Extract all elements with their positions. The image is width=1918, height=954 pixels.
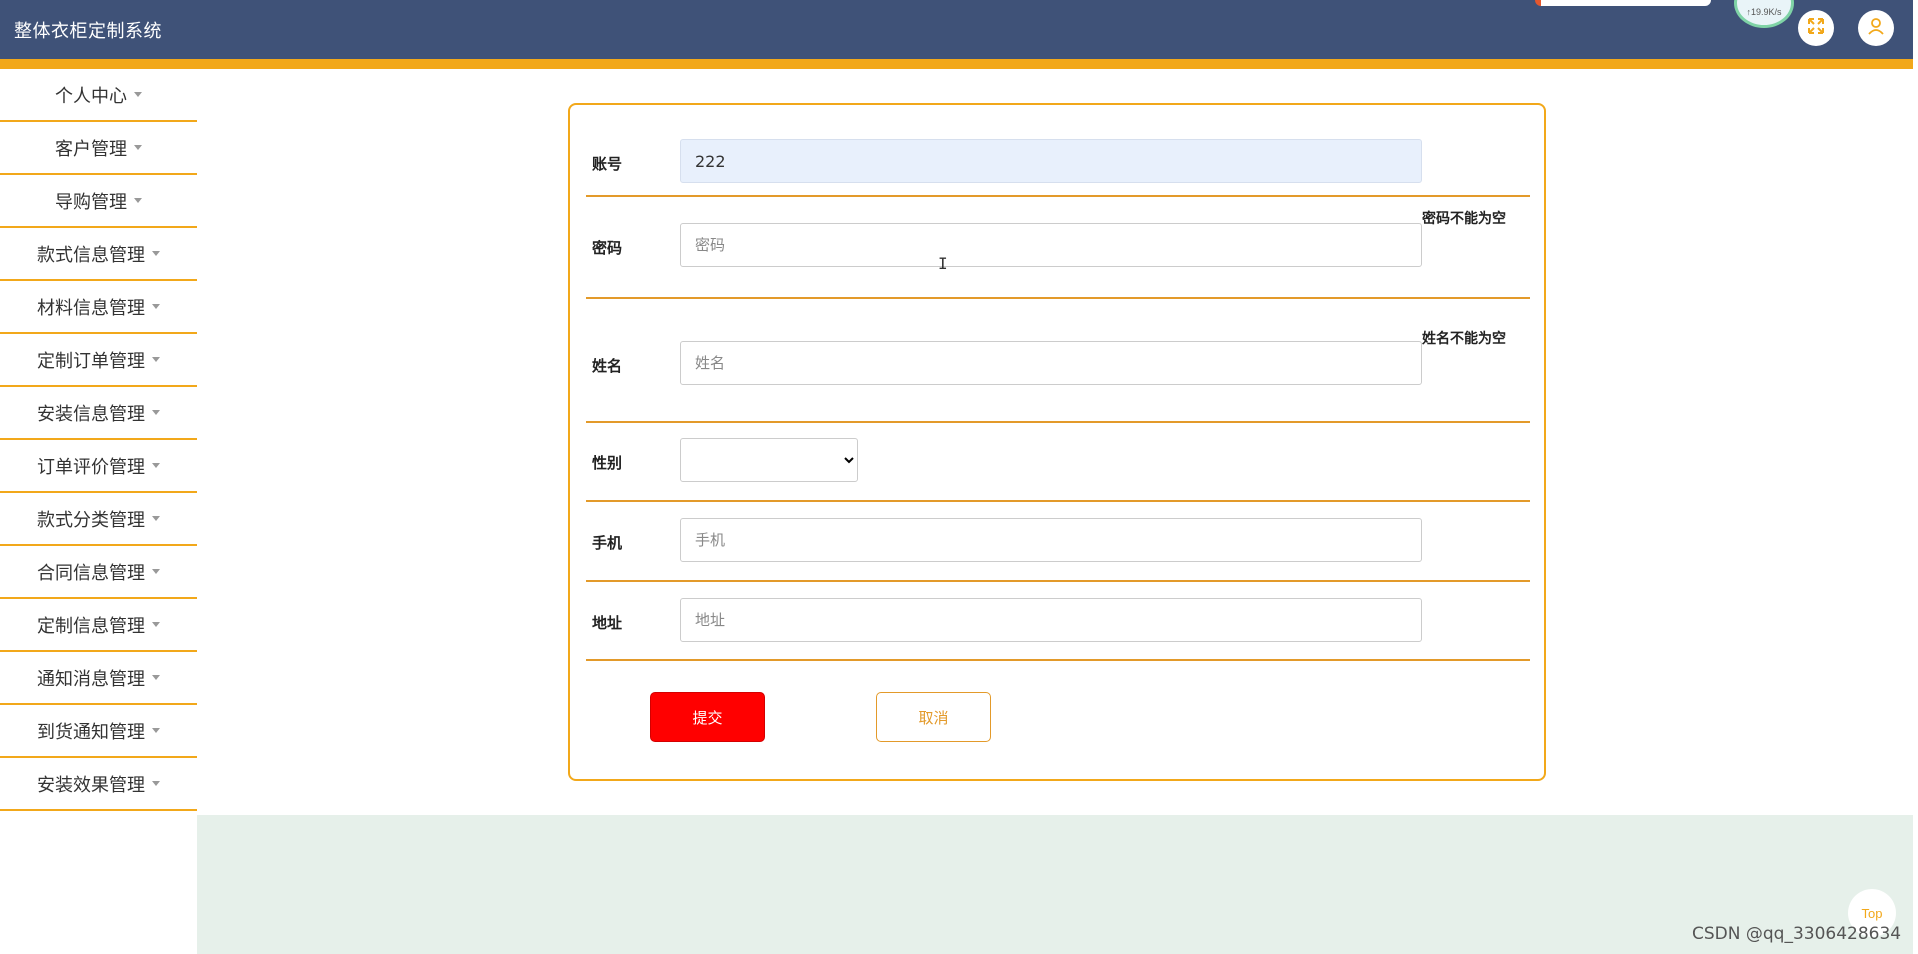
caret-down-icon xyxy=(152,675,160,680)
scroll-top-label: Top xyxy=(1861,905,1883,921)
sidebar-item-installation-info[interactable]: 安装信息管理 xyxy=(0,387,197,440)
sidebar-item-label: 材料信息管理 xyxy=(37,297,145,319)
app-title: 整体衣柜定制系统 xyxy=(14,21,162,42)
sidebar: 个人中心 客户管理 导购管理 款式信息管理 材料信息管理 定制订单管理 安装信息… xyxy=(0,69,197,954)
sidebar-item-style-info[interactable]: 款式信息管理 xyxy=(0,228,197,281)
caret-down-icon xyxy=(152,357,160,362)
sidebar-item-label: 安装效果管理 xyxy=(37,774,145,796)
password-input[interactable] xyxy=(680,223,1422,267)
user-form: 账号 密码 密码不能为空 姓名 姓名不能为空 性别 手机 地址 提交 取消 xyxy=(568,103,1546,781)
sidebar-item-label: 到货通知管理 xyxy=(37,721,145,743)
sidebar-item-label: 安装信息管理 xyxy=(37,403,145,425)
sidebar-item-label: 定制信息管理 xyxy=(37,615,145,637)
sidebar-item-custom-order[interactable]: 定制订单管理 xyxy=(0,334,197,387)
sidebar-item-customer[interactable]: 客户管理 xyxy=(0,122,197,175)
cancel-button[interactable]: 取消 xyxy=(876,692,991,742)
sidebar-item-label: 客户管理 xyxy=(55,138,127,160)
browser-extension-bar xyxy=(1535,0,1711,6)
password-error: 密码不能为空 xyxy=(1422,211,1506,227)
account-input[interactable] xyxy=(680,139,1422,183)
name-error: 姓名不能为空 xyxy=(1422,331,1506,347)
caret-down-icon xyxy=(134,145,142,150)
sidebar-item-installation-effect[interactable]: 安装效果管理 xyxy=(0,758,197,811)
sidebar-item-style-category[interactable]: 款式分类管理 xyxy=(0,493,197,546)
caret-down-icon xyxy=(152,781,160,786)
submit-button[interactable]: 提交 xyxy=(650,692,765,742)
sidebar-item-label: 订单评价管理 xyxy=(37,456,145,478)
user-button[interactable] xyxy=(1858,10,1894,46)
gender-select[interactable] xyxy=(680,438,858,482)
caret-down-icon xyxy=(152,251,160,256)
sidebar-item-label: 款式信息管理 xyxy=(37,244,145,266)
user-icon xyxy=(1866,16,1886,41)
form-row-password: 密码 密码不能为空 xyxy=(586,197,1530,299)
sidebar-item-order-review[interactable]: 订单评价管理 xyxy=(0,440,197,493)
sidebar-item-label: 通知消息管理 xyxy=(37,668,145,690)
content-background xyxy=(197,815,1913,954)
top-bar-accent xyxy=(0,59,1918,69)
top-bar: 整体衣柜定制系统 ↑19.9K/s xyxy=(0,0,1918,59)
fullscreen-icon xyxy=(1807,17,1825,40)
sidebar-item-custom-info[interactable]: 定制信息管理 xyxy=(0,599,197,652)
sidebar-item-label: 定制订单管理 xyxy=(37,350,145,372)
fullscreen-button[interactable] xyxy=(1798,10,1834,46)
address-input[interactable] xyxy=(680,598,1422,642)
form-row-gender: 性别 xyxy=(586,423,1530,502)
sidebar-item-contract-info[interactable]: 合同信息管理 xyxy=(0,546,197,599)
form-row-phone: 手机 xyxy=(586,502,1530,582)
account-label: 账号 xyxy=(592,155,623,173)
sidebar-item-personal-center[interactable]: 个人中心 xyxy=(0,69,197,122)
sidebar-item-label: 合同信息管理 xyxy=(37,562,145,584)
caret-down-icon xyxy=(152,304,160,309)
caret-down-icon xyxy=(134,92,142,97)
network-speed-text: ↑19.9K/s xyxy=(1746,7,1782,17)
caret-down-icon xyxy=(152,463,160,468)
sidebar-item-material-info[interactable]: 材料信息管理 xyxy=(0,281,197,334)
form-row-name: 姓名 姓名不能为空 xyxy=(586,299,1530,423)
gender-label: 性别 xyxy=(592,454,623,472)
scrollbar[interactable] xyxy=(1913,0,1918,954)
sidebar-item-label: 个人中心 xyxy=(55,85,127,107)
name-input[interactable] xyxy=(680,341,1422,385)
sidebar-item-label: 导购管理 xyxy=(55,191,127,213)
address-label: 地址 xyxy=(592,614,623,632)
sidebar-item-arrival-notice[interactable]: 到货通知管理 xyxy=(0,705,197,758)
sidebar-item-label: 款式分类管理 xyxy=(37,509,145,531)
caret-down-icon xyxy=(152,728,160,733)
sidebar-item-notification[interactable]: 通知消息管理 xyxy=(0,652,197,705)
caret-down-icon xyxy=(134,198,142,203)
phone-input[interactable] xyxy=(680,518,1422,562)
network-speed-widget: ↑19.9K/s xyxy=(1734,0,1794,28)
password-label: 密码 xyxy=(592,239,623,257)
form-row-account: 账号 xyxy=(586,105,1530,197)
form-row-address: 地址 xyxy=(586,582,1530,661)
phone-label: 手机 xyxy=(592,534,623,552)
caret-down-icon xyxy=(152,410,160,415)
watermark: CSDN @qq_3306428634 xyxy=(1692,924,1902,944)
caret-down-icon xyxy=(152,622,160,627)
caret-down-icon xyxy=(152,516,160,521)
sidebar-item-shopping-guide[interactable]: 导购管理 xyxy=(0,175,197,228)
caret-down-icon xyxy=(152,569,160,574)
name-label: 姓名 xyxy=(592,357,623,375)
text-cursor-icon: I xyxy=(938,254,948,273)
